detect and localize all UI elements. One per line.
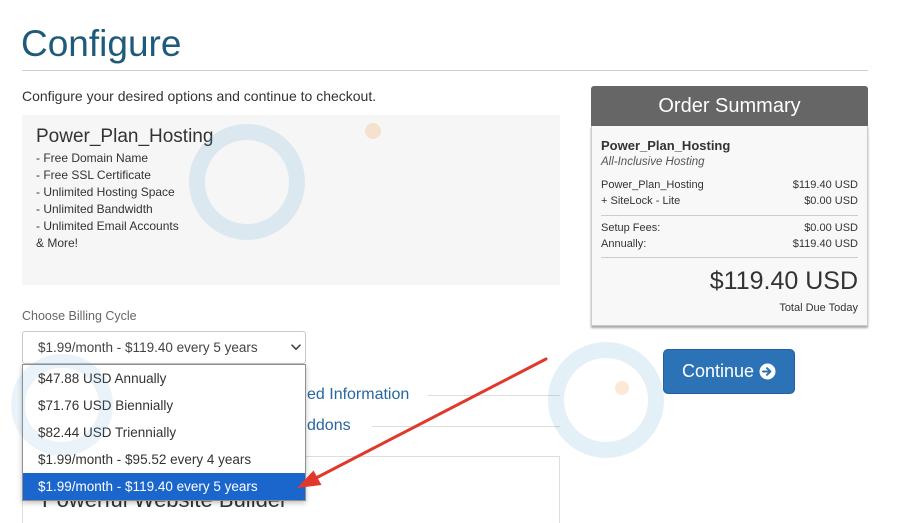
continue-button-label: Continue xyxy=(681,361,755,381)
billing-option[interactable]: $47.88 USD Annually xyxy=(23,365,305,392)
summary-divider xyxy=(601,215,858,216)
fee-amount: $119.40 USD xyxy=(792,238,858,250)
order-summary: Order Summary Power_Plan_Hosting All-Inc… xyxy=(591,86,868,327)
summary-total: $119.40 USD xyxy=(709,267,858,295)
summary-divider xyxy=(601,257,858,258)
line-item-amount: $0.00 USD xyxy=(804,195,858,207)
order-summary-header: Order Summary xyxy=(591,86,868,126)
product-name: Power_Plan_Hosting xyxy=(36,126,214,147)
summary-fee-row: Annually: $119.40 USD xyxy=(601,237,858,251)
feature-item: - Unlimited Bandwidth xyxy=(36,202,153,216)
line-item-label: + SiteLock - Lite xyxy=(601,195,681,207)
billing-option[interactable]: $1.99/month - $119.40 every 5 years xyxy=(23,473,305,500)
product-features: - Free Domain Name - Free SSL Certificat… xyxy=(36,150,179,252)
feature-item: - Unlimited Email Accounts xyxy=(36,219,179,233)
product-info-box: Power_Plan_Hosting - Free Domain Name - … xyxy=(22,115,560,285)
addons-divider xyxy=(372,426,560,427)
line-item-amount: $119.40 USD xyxy=(792,179,858,191)
summary-line-item: Power_Plan_Hosting $119.40 USD xyxy=(601,178,858,192)
page-title: Configure xyxy=(21,23,182,64)
fee-amount: $0.00 USD xyxy=(804,222,858,234)
arrow-circle-right-icon xyxy=(759,363,776,380)
feature-item: - Free SSL Certificate xyxy=(36,168,151,182)
billing-option[interactable]: $82.44 USD Triennially xyxy=(23,419,305,446)
fee-label: Setup Fees: xyxy=(601,222,661,234)
feature-item: - Free Domain Name xyxy=(36,151,149,165)
summary-line-item: + SiteLock - Lite $0.00 USD xyxy=(601,194,858,208)
chevron-down-icon xyxy=(291,344,301,350)
summary-product-name: Power_Plan_Hosting xyxy=(601,138,731,153)
billing-cycle-selected-value: $1.99/month - $119.40 every 5 years xyxy=(38,340,258,355)
fee-label: Annually: xyxy=(601,238,647,250)
billing-cycle-select[interactable]: $1.99/month - $119.40 every 5 years xyxy=(22,331,306,364)
line-item-label: Power_Plan_Hosting xyxy=(601,179,704,191)
addons-heading: ddons xyxy=(307,417,351,434)
page-subtitle: Configure your desired options and conti… xyxy=(22,88,377,104)
additional-info-divider xyxy=(428,395,560,396)
billing-option[interactable]: $1.99/month - $95.52 every 4 years xyxy=(23,446,305,473)
watermark-logo-ring xyxy=(548,342,664,458)
additional-info-heading: ed Information xyxy=(307,386,410,403)
feature-item: & More! xyxy=(36,236,79,250)
summary-fee-row: Setup Fees: $0.00 USD xyxy=(601,221,858,235)
feature-item: - Unlimited Hosting Space xyxy=(36,185,175,199)
order-summary-body: Power_Plan_Hosting All-Inclusive Hosting… xyxy=(591,126,868,326)
billing-option[interactable]: $71.76 USD Biennially xyxy=(23,392,305,419)
summary-total-caption: Total Due Today xyxy=(779,302,858,314)
continue-button[interactable]: Continue xyxy=(663,349,795,394)
summary-product-group: All-Inclusive Hosting xyxy=(601,156,705,168)
title-divider xyxy=(22,70,868,71)
configure-page: Configure Configure your desired options… xyxy=(0,0,898,523)
watermark-logo-dot xyxy=(615,381,629,395)
billing-cycle-options[interactable]: $47.88 USD Annually $71.76 USD Bienniall… xyxy=(22,364,306,501)
billing-cycle-label: Choose Billing Cycle xyxy=(22,309,137,323)
